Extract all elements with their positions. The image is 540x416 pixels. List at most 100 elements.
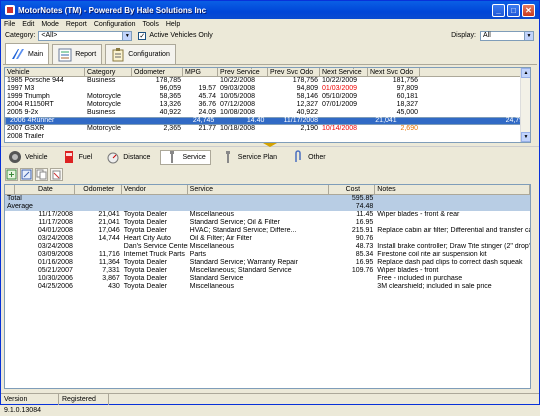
total-label: Total bbox=[7, 195, 22, 202]
tab-other[interactable]: Other bbox=[287, 150, 330, 165]
vehicle-cell: 2006 4Runner bbox=[10, 117, 55, 124]
vehicle-col-header[interactable]: Odometer bbox=[132, 68, 183, 76]
display-select[interactable]: All ▼ bbox=[480, 30, 534, 41]
tab-report[interactable]: Report bbox=[52, 44, 103, 64]
service-cell: Internet Truck Parts bbox=[123, 251, 185, 258]
menu-mode[interactable]: Mode bbox=[41, 21, 59, 28]
menu-report[interactable]: Report bbox=[66, 21, 87, 28]
service-cell: Standard Service; Warranty Repair bbox=[189, 259, 298, 266]
vehicle-col-header[interactable]: Prev Service bbox=[218, 68, 268, 76]
service-row[interactable]: 05/21/2007 7,331 Toyota Dealer Miscellaneou… bbox=[5, 267, 530, 275]
vehicle-scrollbar[interactable]: ▲ ▼ bbox=[520, 68, 530, 142]
tab-fuel[interactable]: Fuel bbox=[58, 150, 97, 165]
service-row[interactable]: 01/16/2008 11,364 Toyota Dealer Standard Se… bbox=[5, 259, 530, 267]
active-vehicles-checkbox[interactable]: ✓ bbox=[138, 31, 147, 40]
vehicle-row[interactable]: 1997 M3 96,059 19.57 09/03/2008 94,809 01/03/… bbox=[5, 85, 530, 93]
vehicle-row[interactable]: 2006 4Runner 24,745 14.40 11/17/2008 21,041 2… bbox=[5, 117, 530, 125]
vehicle-grid-body: 1985 Porsche 944 Business 178,785 10/22/200… bbox=[5, 77, 530, 141]
vehicle-row[interactable]: 1999 Triumph Motorcycle 58,365 45.74 10/05/2… bbox=[5, 93, 530, 101]
copy-service-button[interactable] bbox=[35, 168, 48, 181]
service-grid[interactable]: Date Odometer Vendor Service Cost Notes Total… bbox=[4, 184, 531, 389]
vehicle-cell: 11/17/2008 bbox=[283, 117, 319, 124]
service-row[interactable]: 03/24/2008 14,744 Heart City Auto Oil & Fil… bbox=[5, 235, 530, 243]
vehicle-cell: 24.09 bbox=[198, 109, 216, 116]
vehicle-cell bbox=[218, 133, 268, 141]
service-row[interactable]: 03/09/2008 11,716 Internet Truck Parts Part… bbox=[5, 251, 530, 259]
distance-icon bbox=[106, 150, 120, 164]
vehicle-cell: 45,000 bbox=[396, 109, 418, 116]
tab-main[interactable]: Main bbox=[5, 43, 50, 64]
vehicle-col-header[interactable]: Prev Svc Odo bbox=[268, 68, 320, 76]
scroll-down-icon[interactable]: ▼ bbox=[521, 132, 530, 142]
minimize-button[interactable]: _ bbox=[492, 3, 505, 17]
vehicle-cell: 10/14/2008 bbox=[322, 125, 358, 132]
menu-tools[interactable]: Tools bbox=[143, 21, 159, 28]
service-cell: Toyota Dealer bbox=[123, 267, 167, 274]
service-grid-header: Date Odometer Vendor Service Cost Notes bbox=[5, 185, 530, 195]
service-cell: 04/01/2008 bbox=[37, 227, 73, 234]
splitter-grip-icon[interactable] bbox=[263, 143, 277, 147]
tab-service-plan-label: Service Plan bbox=[237, 153, 278, 161]
service-col-header[interactable] bbox=[5, 185, 15, 194]
vehicle-cell: 19.57 bbox=[198, 85, 216, 92]
vehicle-col-header[interactable]: Vehicle bbox=[5, 68, 85, 76]
vehicle-col-header[interactable]: Next Svc Odo bbox=[368, 68, 420, 76]
chevron-down-icon[interactable]: ▼ bbox=[524, 31, 533, 40]
vehicle-row[interactable]: 2004 R1150RT Motorcycle 13,326 36.76 07/12/2… bbox=[5, 101, 530, 109]
menu-help[interactable]: Help bbox=[166, 21, 180, 28]
delete-service-button[interactable] bbox=[50, 168, 63, 181]
service-col-header[interactable]: Service bbox=[188, 185, 330, 194]
maximize-button[interactable]: □ bbox=[507, 3, 520, 17]
vehicle-col-header[interactable]: Category bbox=[85, 68, 132, 76]
splitter[interactable] bbox=[1, 143, 539, 147]
vehicle-grid[interactable]: Vehicle Category Odometer MPG Prev Service Pr… bbox=[4, 67, 531, 143]
service-col-header[interactable]: Odometer bbox=[75, 185, 122, 194]
tab-distance[interactable]: Distance bbox=[102, 150, 154, 165]
vehicle-cell: Business bbox=[87, 109, 116, 116]
scroll-up-icon[interactable]: ▲ bbox=[521, 68, 530, 78]
vehicle-cell bbox=[183, 133, 218, 141]
service-col-header[interactable]: Notes bbox=[375, 185, 530, 194]
vehicle-row[interactable]: 2005 9-2x Business 40,922 24.09 10/08/2008 40… bbox=[5, 109, 530, 117]
service-row[interactable]: 11/17/2008 21,041 Toyota Dealer Miscellaneo… bbox=[5, 211, 530, 219]
row-indicator bbox=[5, 235, 15, 243]
service-row[interactable]: 03/24/2008 Dan's Service Center Miscellane… bbox=[5, 243, 530, 251]
service-col-header[interactable]: Vendor bbox=[122, 185, 188, 194]
vehicle-cell: 24,745 bbox=[192, 117, 215, 124]
tab-service[interactable]: Service bbox=[160, 149, 211, 165]
menu-file[interactable]: File bbox=[4, 21, 15, 28]
close-button[interactable]: ✕ bbox=[522, 3, 535, 17]
vehicle-cell bbox=[320, 133, 368, 141]
menu-edit[interactable]: Edit bbox=[22, 21, 34, 28]
vehicle-cell: 18,327 bbox=[396, 101, 418, 108]
paperclip-icon bbox=[291, 150, 305, 164]
service-row[interactable]: 10/30/2006 3,867 Toyota Dealer Standard Ser… bbox=[5, 275, 530, 283]
service-row[interactable]: 11/17/2008 21,041 Toyota Dealer Standard Se… bbox=[5, 219, 530, 227]
service-col-header[interactable]: Date bbox=[15, 185, 75, 194]
tab-vehicle[interactable]: Vehicle bbox=[4, 150, 52, 165]
edit-service-button[interactable] bbox=[20, 168, 33, 181]
detail-tabs: Vehicle Fuel Distance Service Service Pl… bbox=[4, 149, 537, 165]
vehicle-cell: 21.77 bbox=[198, 125, 216, 132]
tab-service-plan[interactable]: Service Plan bbox=[217, 150, 281, 165]
add-service-button[interactable] bbox=[5, 168, 18, 181]
service-cell: Parts bbox=[189, 251, 206, 258]
vehicle-row[interactable]: 2007 GSXR Motorcycle 2,365 21.77 10/18/2008 2… bbox=[5, 125, 530, 133]
vehicle-row[interactable]: 1985 Porsche 944 Business 178,785 10/22/200… bbox=[5, 77, 530, 85]
vehicle-cell: 10/08/2008 bbox=[220, 109, 256, 116]
tab-configuration[interactable]: Configuration bbox=[105, 44, 176, 64]
category-select[interactable]: <All> ▼ bbox=[38, 30, 133, 41]
total-notes bbox=[375, 195, 530, 203]
service-col-header[interactable]: Cost bbox=[329, 185, 376, 194]
tab-service-label: Service bbox=[182, 153, 206, 161]
service-row[interactable]: 04/25/2006 430 Toyota Dealer Miscellaneous 3… bbox=[5, 283, 530, 291]
service-row[interactable]: 04/01/2008 17,046 Toyota Dealer HVAC; Stand… bbox=[5, 227, 530, 235]
chevron-down-icon[interactable]: ▼ bbox=[122, 31, 132, 40]
menu-configuration[interactable]: Configuration bbox=[94, 21, 136, 28]
vehicle-col-header[interactable]: Next Service bbox=[320, 68, 368, 76]
active-vehicles-label: Active Vehicles Only bbox=[149, 32, 213, 39]
vehicle-cell: 60,181 bbox=[396, 93, 418, 100]
title-bar[interactable]: MotorNotes (TM) - Powered By Hale Soluti… bbox=[1, 1, 539, 19]
vehicle-col-header[interactable]: MPG bbox=[183, 68, 218, 76]
vehicle-row[interactable]: 2008 Trailer bbox=[5, 133, 530, 141]
